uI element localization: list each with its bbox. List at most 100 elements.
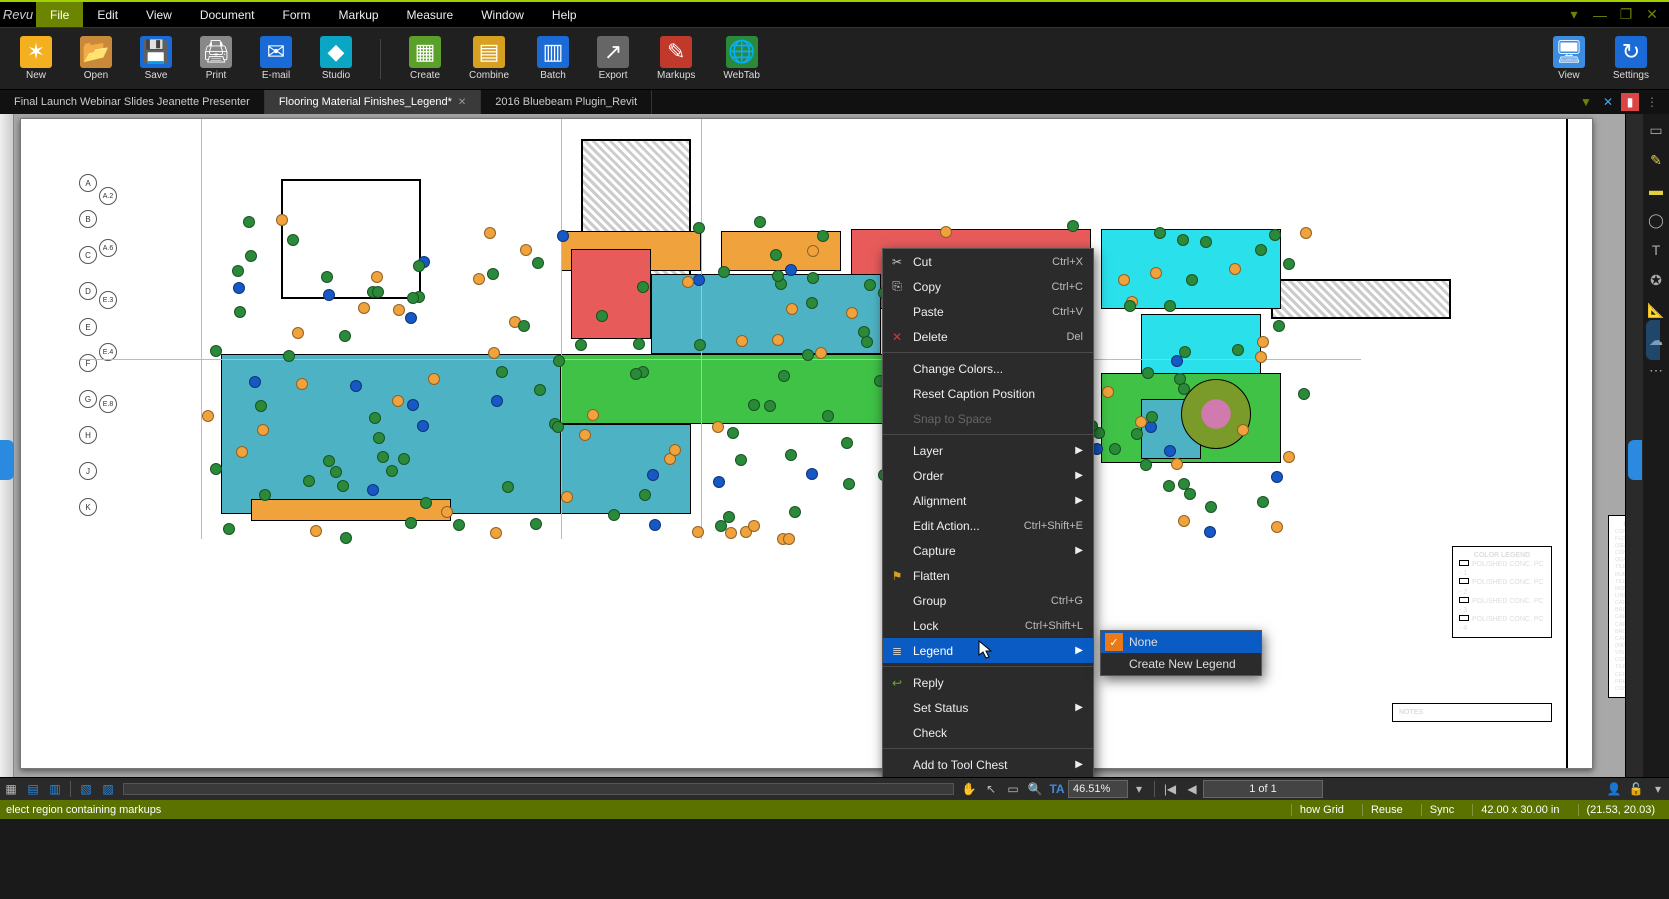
markup-node[interactable]: [712, 421, 724, 433]
markup-node[interactable]: [579, 429, 591, 441]
menu-help[interactable]: Help: [538, 2, 591, 27]
left-panel-expand-icon[interactable]: [0, 440, 14, 480]
ctx-capture[interactable]: Capture▶: [883, 538, 1093, 563]
markup-node[interactable]: [405, 517, 417, 529]
markup-node[interactable]: [1146, 411, 1158, 423]
document-canvas[interactable]: ABCDEFGHJKA.2A.6E.3E.4E.8: [14, 114, 1625, 777]
panel-bookmark-icon[interactable]: ▤: [22, 778, 44, 800]
lock-icon[interactable]: 🔓: [1625, 778, 1647, 800]
markup-node[interactable]: [1255, 244, 1267, 256]
combine-button[interactable]: ▤Combine: [469, 36, 509, 81]
print-button[interactable]: 🖨Print: [200, 36, 232, 81]
markup-node[interactable]: [1118, 274, 1130, 286]
markup-node[interactable]: [233, 282, 245, 294]
markup-node[interactable]: [682, 276, 694, 288]
markup-node[interactable]: [575, 339, 587, 351]
markup-node[interactable]: [647, 469, 659, 481]
markup-node[interactable]: [202, 410, 214, 422]
document-tab[interactable]: 2016 Bluebeam Plugin_Revit: [481, 90, 652, 114]
close-icon[interactable]: ✕: [1643, 6, 1661, 24]
zoom-tool-icon[interactable]: 🔍: [1024, 778, 1046, 800]
markup-node[interactable]: [372, 286, 384, 298]
panel-layers-icon[interactable]: ▥: [44, 778, 66, 800]
new-button[interactable]: ✶New: [20, 36, 52, 81]
tab-close-icon[interactable]: ✕: [458, 97, 466, 108]
markup-node[interactable]: [1124, 300, 1136, 312]
markup-node[interactable]: [453, 519, 465, 531]
markup-node[interactable]: [718, 266, 730, 278]
markup-node[interactable]: [234, 306, 246, 318]
ctx-paste[interactable]: PasteCtrl+V: [883, 299, 1093, 324]
select-tool-icon[interactable]: ▭: [1646, 120, 1666, 140]
markup-node[interactable]: [223, 523, 235, 535]
markup-node[interactable]: [1067, 220, 1079, 232]
markup-node[interactable]: [339, 330, 351, 342]
text-select-icon[interactable]: TA: [1046, 778, 1068, 800]
settings-button[interactable]: ↻Settings: [1613, 36, 1649, 81]
status-grid[interactable]: how Grid: [1291, 804, 1352, 816]
markup-node[interactable]: [748, 399, 760, 411]
markup-node[interactable]: [727, 427, 739, 439]
first-page-icon[interactable]: |◀: [1159, 778, 1181, 800]
markup-node[interactable]: [496, 366, 508, 378]
markup-node[interactable]: [553, 355, 565, 367]
markup-node[interactable]: [407, 292, 419, 304]
ctx-legend[interactable]: ≣Legend▶: [883, 638, 1093, 663]
markup-node[interactable]: [864, 279, 876, 291]
markup-node[interactable]: [255, 400, 267, 412]
view-button[interactable]: 🖥View: [1553, 36, 1585, 81]
markup-node[interactable]: [608, 509, 620, 521]
menu-edit[interactable]: Edit: [83, 2, 132, 27]
ctx-delete[interactable]: ✕DeleteDel: [883, 324, 1093, 349]
markups-button[interactable]: ✎Markups: [657, 36, 695, 81]
right-panel-expand-icon[interactable]: [1628, 440, 1642, 480]
markup-node[interactable]: [802, 349, 814, 361]
page-indicator[interactable]: 1 of 1: [1203, 780, 1323, 798]
markup-node[interactable]: [557, 230, 569, 242]
markup-node[interactable]: [249, 376, 261, 388]
export-button[interactable]: ↗Export: [597, 36, 629, 81]
studio-button[interactable]: ◆Studio: [320, 36, 352, 81]
markup-node[interactable]: [534, 384, 546, 396]
markup-node[interactable]: [1186, 274, 1198, 286]
markup-node[interactable]: [1164, 445, 1176, 457]
create-button[interactable]: ▦Create: [409, 36, 441, 81]
markup-node[interactable]: [303, 475, 315, 487]
menu-window[interactable]: Window: [467, 2, 538, 27]
markup-node[interactable]: [232, 265, 244, 277]
markup-node[interactable]: [806, 468, 818, 480]
help-icon[interactable]: ▾: [1565, 6, 1583, 24]
ctx-reply[interactable]: ↩Reply: [883, 670, 1093, 695]
markup-node[interactable]: [1283, 451, 1295, 463]
ctx-group[interactable]: GroupCtrl+G: [883, 588, 1093, 613]
tab-dropdown-icon[interactable]: ▼: [1577, 93, 1595, 111]
markup-node[interactable]: [491, 395, 503, 407]
markup-node[interactable]: [786, 303, 798, 315]
stamp-tool-icon[interactable]: ✪: [1646, 270, 1666, 290]
ctx-flatten[interactable]: ⚑Flatten: [883, 563, 1093, 588]
markup-node[interactable]: [487, 268, 499, 280]
markup-node[interactable]: [772, 334, 784, 346]
menu-measure[interactable]: Measure: [393, 2, 468, 27]
status-sync[interactable]: Sync: [1421, 804, 1462, 816]
markup-node[interactable]: [807, 245, 819, 257]
select-tool-icon[interactable]: ↖: [980, 778, 1002, 800]
markup-node[interactable]: [735, 454, 747, 466]
markup-node[interactable]: [283, 350, 295, 362]
markup-node[interactable]: [748, 520, 760, 532]
zoom-input[interactable]: [1068, 780, 1128, 798]
markup-node[interactable]: [1184, 488, 1196, 500]
email-button[interactable]: ✉E-mail: [260, 36, 292, 81]
markup-node[interactable]: [1298, 388, 1310, 400]
markup-node[interactable]: [1163, 480, 1175, 492]
ctx-add-to-tool-chest[interactable]: Add to Tool Chest▶: [883, 752, 1093, 777]
markup-node[interactable]: [789, 506, 801, 518]
markup-node[interactable]: [693, 222, 705, 234]
maximize-icon[interactable]: ❐: [1617, 6, 1635, 24]
markup-node[interactable]: [1205, 501, 1217, 513]
tab-close-all-icon[interactable]: ✕: [1599, 93, 1617, 111]
markup-node[interactable]: [532, 257, 544, 269]
markup-node[interactable]: [1257, 336, 1269, 348]
batch-button[interactable]: ▥Batch: [537, 36, 569, 81]
markup-node[interactable]: [587, 409, 599, 421]
